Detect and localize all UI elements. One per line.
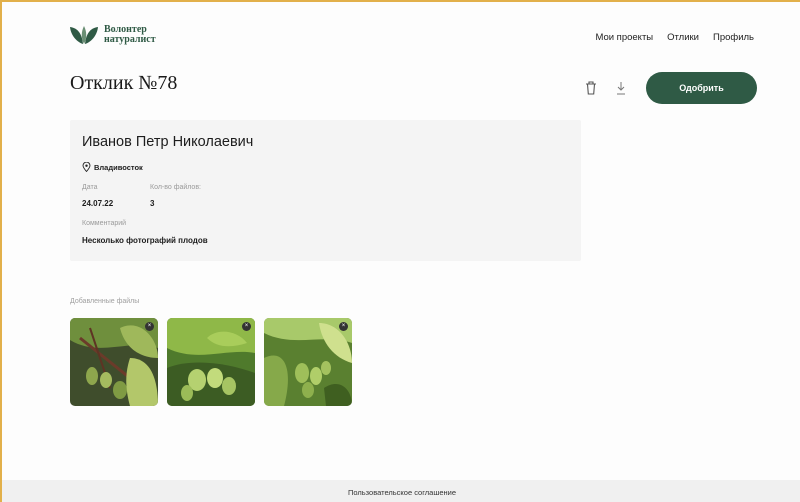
file-thumbnail[interactable]: ×: [70, 318, 158, 406]
footer: Пользовательское соглашение: [2, 480, 800, 502]
nav-my-projects[interactable]: Мои проекты: [595, 32, 653, 43]
app-frame: Волонтер натуралист Мои проекты Отлики П…: [0, 0, 800, 502]
location-text: Владивосток: [94, 162, 143, 172]
remove-file-icon[interactable]: ×: [242, 322, 251, 331]
brand-name: Волонтер натуралист: [104, 25, 156, 45]
fruit-photo-image: [167, 318, 255, 406]
location-pin-icon: [82, 162, 91, 172]
page-title: Отклик №78: [70, 72, 178, 94]
volunteer-name: Иванов Петр Николаевич: [82, 134, 254, 150]
top-nav: Мои проекты Отлики Профиль: [595, 32, 754, 43]
date-label: Дата: [82, 184, 98, 191]
nav-responses[interactable]: Отлики: [667, 32, 699, 43]
fruit-photo-image: [70, 318, 158, 406]
comment-value: Несколько фотографий плодов: [82, 236, 208, 245]
response-card: Иванов Петр Николаевич Владивосток Дата …: [70, 120, 581, 261]
comment-label: Комментарий: [82, 220, 127, 227]
file-thumbnail[interactable]: ×: [167, 318, 255, 406]
files-count-label: Кол-во файлов:: [150, 184, 201, 191]
leaves-icon: [70, 26, 98, 44]
download-icon[interactable]: [614, 80, 628, 96]
file-thumbnail[interactable]: ×: [264, 318, 352, 406]
files-count-value: 3: [150, 199, 155, 208]
remove-file-icon[interactable]: ×: [145, 322, 154, 331]
date-value: 24.07.22: [82, 199, 114, 208]
attached-files-label: Добавленные файлы: [70, 298, 140, 305]
location: Владивосток: [82, 162, 143, 172]
fruit-photo-image: [264, 318, 352, 406]
brand-logo[interactable]: Волонтер натуралист: [68, 24, 156, 46]
brand-line-2: натуралист: [104, 34, 156, 45]
trash-icon[interactable]: [584, 80, 598, 96]
approve-button[interactable]: Одобрить: [646, 72, 757, 104]
remove-file-icon[interactable]: ×: [339, 322, 348, 331]
user-agreement-link[interactable]: Пользовательское соглашение: [348, 488, 456, 497]
nav-profile[interactable]: Профиль: [713, 32, 754, 43]
